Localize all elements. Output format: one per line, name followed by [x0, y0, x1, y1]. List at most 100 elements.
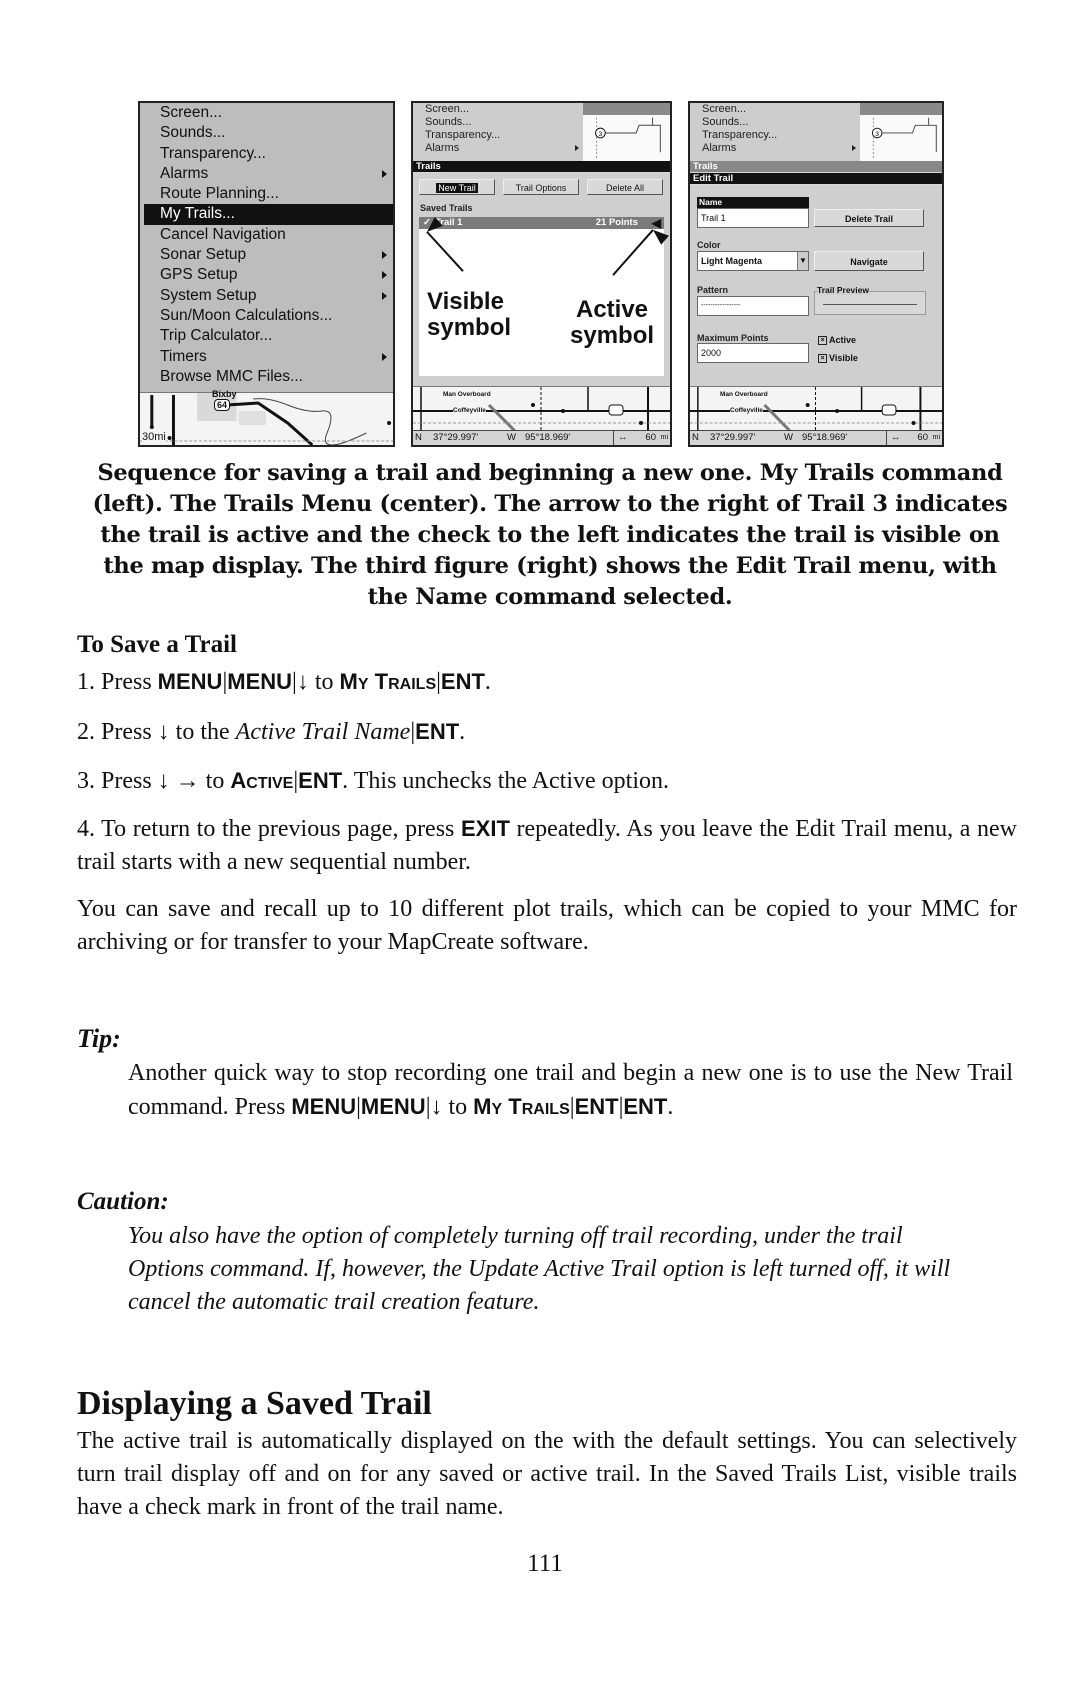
caution-label: Caution:	[77, 1188, 169, 1215]
trail-options-button[interactable]: Trail Options	[503, 179, 579, 195]
menu-item-browse-mmc[interactable]: Browse MMC Files...	[140, 367, 393, 387]
tip-label: Tip:	[77, 1024, 121, 1053]
menu-ref-active: ACTIVE	[230, 768, 294, 793]
section-heading-save-trail: To Save a Trail	[77, 631, 237, 658]
background-menu: Screen... Sounds... Transparency... Alar…	[690, 103, 860, 161]
key-ent: ENT	[574, 1094, 619, 1119]
menu-item-gps-setup[interactable]: GPS Setup	[140, 265, 393, 285]
menu-item-sounds[interactable]: Sounds...	[140, 123, 393, 143]
caution-text: You also have the option of completely t…	[128, 1223, 951, 1315]
down-arrow-icon: ↓	[430, 1094, 443, 1120]
menu-item: Screen...	[425, 103, 470, 115]
map-roads: 3	[871, 117, 937, 160]
lat-hemisphere: N	[415, 432, 422, 443]
menu-item: Transparency...	[425, 129, 501, 141]
trails-menu-screen: Screen... Sounds... Transparency... Alar…	[411, 101, 672, 447]
map-view: Man Overboard Coffeyville N 37°29.997' W…	[413, 386, 670, 445]
step-1: 1. Press MENU|MENU|↓ to MY TRAILS|ENT.	[77, 669, 491, 695]
delete-all-button[interactable]: Delete All	[587, 179, 663, 195]
menu-item-trip-calculator[interactable]: Trip Calculator...	[140, 326, 393, 346]
menu-item-screen[interactable]: Screen...	[140, 103, 393, 123]
active-arrow-icon: ◀	[651, 216, 661, 230]
visible-check-icon: ✓	[423, 217, 431, 228]
lon-hemisphere: W	[784, 432, 793, 443]
menu-item-transparency[interactable]: Transparency...	[140, 144, 393, 164]
background-menu: Screen... Sounds... Transparency... Alar…	[413, 103, 583, 161]
menu-item: Sounds...	[425, 116, 472, 128]
delete-trail-button[interactable]: Delete Trail	[814, 209, 924, 227]
trail-preview-label: Trail Preview	[817, 285, 869, 295]
svg-text:3: 3	[598, 131, 602, 138]
pattern-label: Pattern	[697, 285, 729, 295]
color-label: Color	[697, 240, 721, 250]
key-menu: MENU	[157, 669, 223, 694]
key-menu: MENU	[360, 1094, 426, 1119]
key-ent: ENT	[298, 768, 343, 793]
lon-hemisphere: W	[507, 432, 516, 443]
down-arrow-icon: ↓	[296, 669, 309, 695]
trail-name-field[interactable]: Trail 1	[697, 208, 809, 228]
page-number: 111	[527, 1550, 563, 1577]
menu-item-timers[interactable]: Timers	[140, 347, 393, 367]
background-map: 3	[860, 103, 942, 161]
max-points-field[interactable]: 2000	[697, 343, 809, 363]
map-label-man-overboard: Man Overboard	[443, 391, 491, 398]
scale-unit: mi	[660, 434, 668, 441]
navigate-button[interactable]: Navigate	[814, 251, 924, 271]
map-town-label: Bixby	[212, 389, 237, 399]
new-trail-button[interactable]: New Trail	[419, 179, 495, 195]
map-roads	[140, 393, 393, 445]
menu-item: Alarms	[690, 142, 860, 155]
map-view: Bixby 64 30mi	[140, 389, 393, 445]
submenu-arrow-icon	[382, 169, 387, 178]
dropdown-arrow-icon: ▼	[797, 252, 808, 270]
map-label-man-overboard: Man Overboard	[720, 391, 768, 398]
longitude: 95°18.969'	[525, 432, 571, 443]
my-trails-menu-screen: Screen... Sounds... Transparency... Alar…	[138, 101, 395, 447]
menu-item-sonar-setup[interactable]: Sonar Setup	[140, 245, 393, 265]
menu-item-sun-moon[interactable]: Sun/Moon Calculations...	[140, 306, 393, 326]
menu-item: Screen...	[702, 103, 747, 115]
visible-symbol-callout: Visible symbol	[427, 288, 512, 341]
edit-trail-panel: Name Trail 1 Delete Trail Color Light Ma…	[690, 185, 942, 386]
scale-value: 60	[645, 432, 656, 443]
menu-item: Alarms	[413, 142, 583, 155]
edit-trail-screen: Screen... Sounds... Transparency... Alar…	[688, 101, 944, 447]
scale-icon: ↔	[886, 431, 901, 445]
step-3: 3. Press ↓ → to ACTIVE|ENT. This uncheck…	[77, 768, 670, 794]
menu-item-cancel-navigation[interactable]: Cancel Navigation	[140, 225, 393, 245]
background-map: 3	[583, 103, 670, 161]
active-symbol-callout: Active symbol	[570, 296, 655, 349]
map-view: Man Overboard Coffeyville N 37°29.997' W…	[690, 386, 942, 445]
trails-titlebar: Trails	[413, 161, 670, 172]
submenu-arrow-icon	[382, 352, 387, 361]
map-label-coffeyville: Coffeyville	[730, 407, 763, 414]
menu-item-my-trails[interactable]: My Trails...	[144, 204, 393, 225]
key-ent: ENT	[415, 719, 460, 744]
submenu-arrow-icon	[382, 271, 387, 280]
saved-trails-label: Saved Trails	[420, 203, 473, 213]
pattern-field[interactable]: -----------------	[697, 296, 809, 316]
menu-ref-my-trails: MY TRAILS	[473, 1094, 570, 1119]
submenu-arrow-icon	[852, 145, 856, 151]
menu-item-system-setup[interactable]: System Setup	[140, 286, 393, 306]
tip-text: Another quick way to stop recording one …	[128, 1060, 1013, 1120]
trails-panel: New Trail Trail Options Delete All Saved…	[413, 173, 670, 386]
submenu-arrow-icon	[575, 145, 579, 151]
key-ent: ENT	[623, 1094, 668, 1119]
visible-checkbox[interactable]: × Visible	[818, 353, 858, 364]
save-trail-paragraph: You can save and recall up to 10 differe…	[77, 896, 1017, 955]
key-ent: ENT	[440, 669, 485, 694]
latitude: 37°29.997'	[433, 432, 479, 443]
menu-item: Transparency...	[702, 129, 778, 141]
saved-trail-row[interactable]: ✓ Trail 1 21 Points ◀	[419, 217, 664, 229]
name-label: Name	[697, 197, 809, 208]
map-roads: 3	[595, 117, 661, 161]
active-checkbox[interactable]: × Active	[818, 335, 856, 346]
menu-item-alarms[interactable]: Alarms	[140, 164, 393, 184]
key-menu: MENU	[291, 1094, 357, 1119]
menu-item-route-planning[interactable]: Route Planning...	[140, 184, 393, 204]
max-points-label: Maximum Points	[697, 333, 769, 343]
step-2: 2. Press ↓ to the Active Trail Name|ENT.	[77, 719, 466, 745]
color-dropdown[interactable]: Light Magenta ▼	[697, 251, 809, 271]
